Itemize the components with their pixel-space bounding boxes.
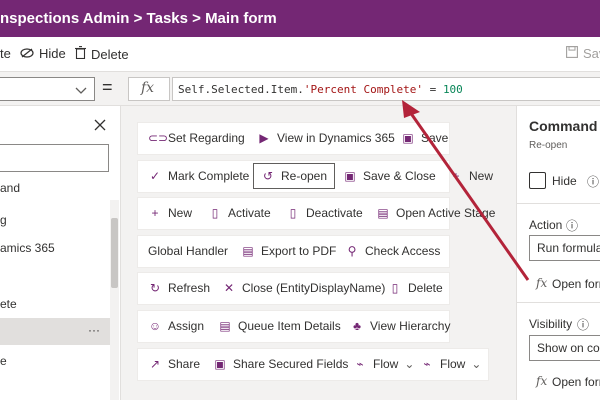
annotation-arrow — [402, 100, 530, 281]
